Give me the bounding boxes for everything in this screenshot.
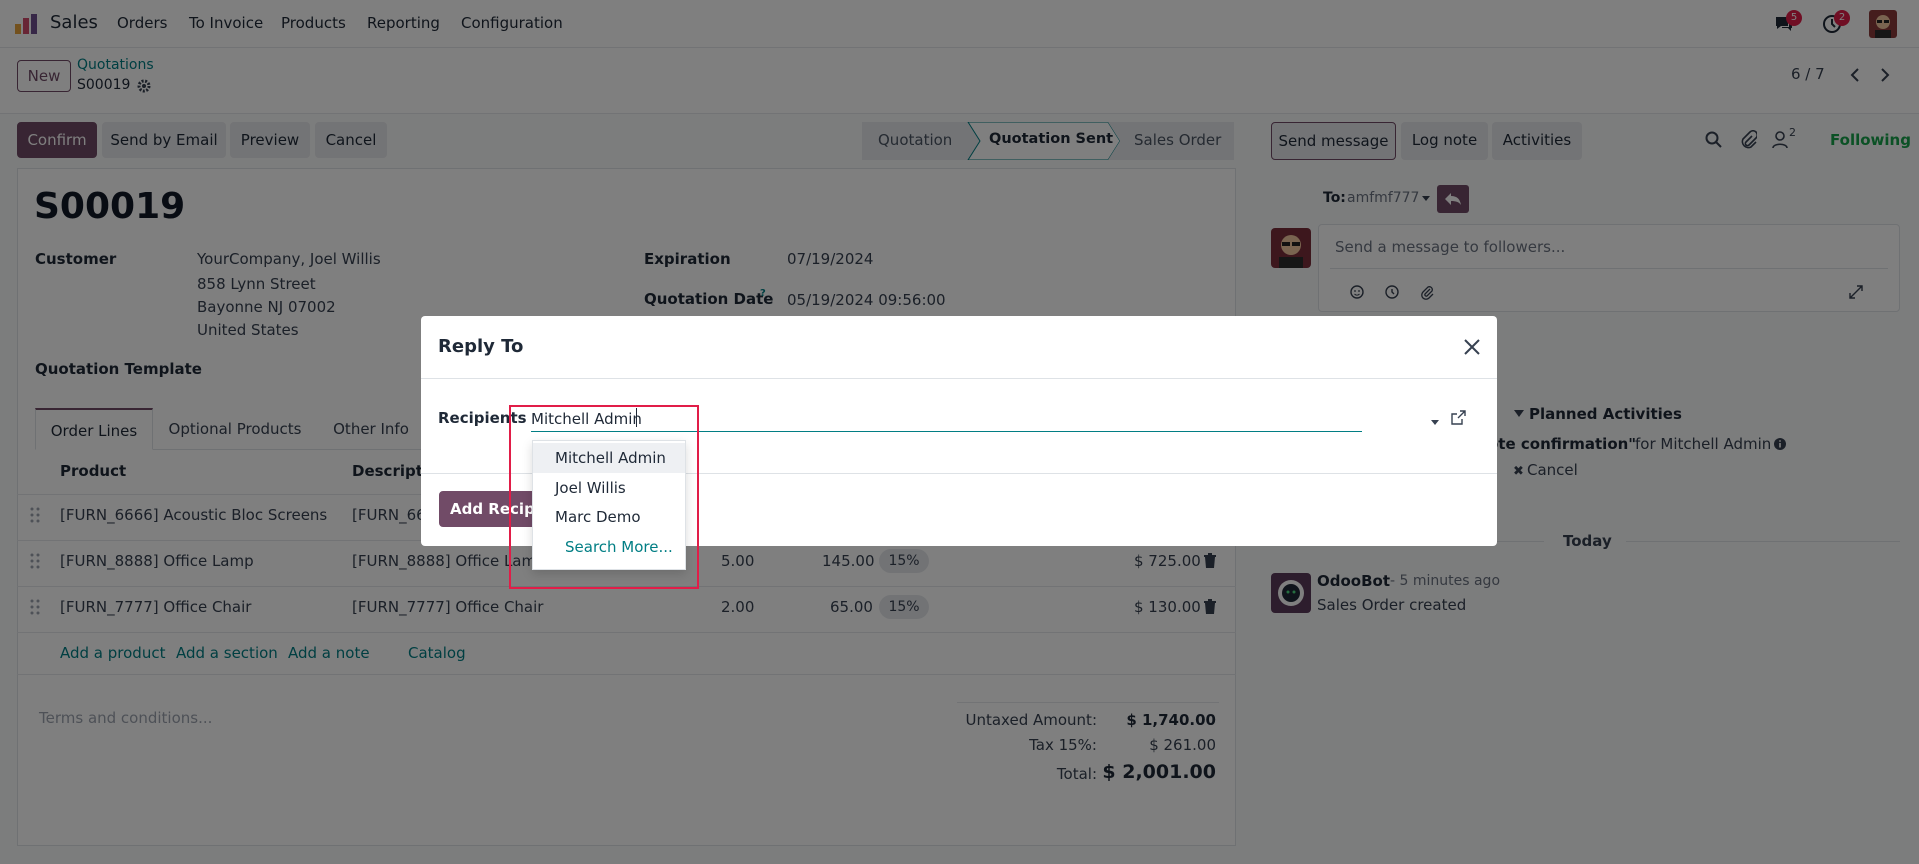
dialog-header-divider <box>421 378 1497 379</box>
dialog-title: Reply To <box>438 336 524 357</box>
dropdown-caret-icon[interactable] <box>1431 420 1439 426</box>
external-link-icon[interactable] <box>1450 410 1466 426</box>
highlight-box <box>509 405 699 589</box>
close-dialog-icon[interactable] <box>1463 338 1481 356</box>
